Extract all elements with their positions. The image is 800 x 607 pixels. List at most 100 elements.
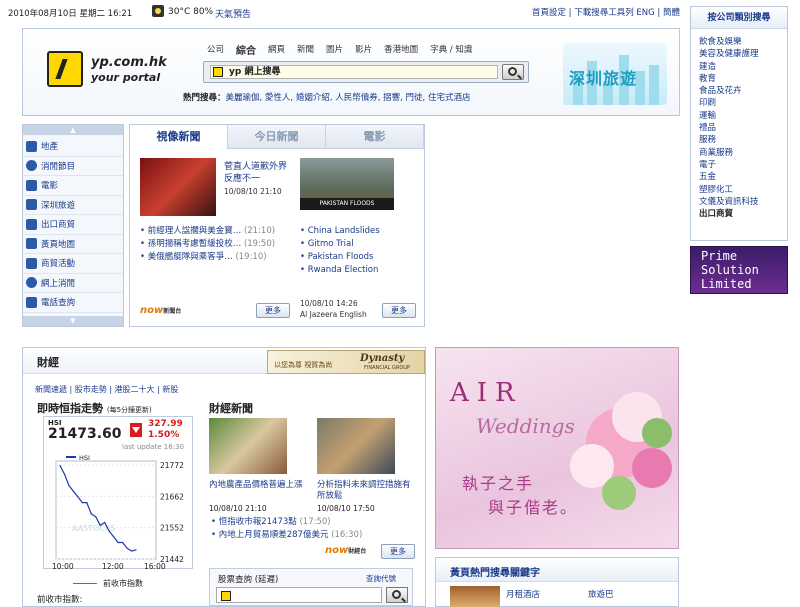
nav-item-movies[interactable]: 電影 (23, 176, 123, 196)
tab-videos[interactable]: 影片 (355, 43, 372, 57)
keyword-link[interactable]: 月租酒店 (506, 588, 540, 600)
hsi-chart-box[interactable]: HSI 21473.60 327.99 1.50% last update 16:… (43, 416, 193, 569)
news-caption[interactable]: 分析指料未來調控措施有所放鬆 (317, 480, 417, 502)
tab-video-news[interactable]: 視像新聞 (130, 125, 228, 149)
list-item[interactable]: Pakistan Floods (300, 251, 380, 264)
category-item[interactable]: 服務 (699, 133, 759, 145)
category-item[interactable]: 教育 (699, 72, 759, 84)
thumbnail-caption: PAKISTAN FLOODS (300, 198, 394, 210)
list-item[interactable]: 前經理人諡擱與美金寶… (21:10) (140, 225, 275, 238)
tab-today-news[interactable]: 今日新聞 (228, 125, 326, 149)
nav-list: 地產 消閒節目 電影 深圳旅遊 出口商貿 黃頁地圖 商貿活動 網上消閒 電話查詢 (23, 137, 123, 313)
nav-label: 深圳旅遊 (41, 200, 76, 211)
prime-solution-ad[interactable]: Prime Solution Limited (690, 246, 788, 294)
category-item[interactable]: 印刷 (699, 96, 759, 108)
wedding-ad[interactable]: AIR Weddings 執子之手 與子偕老。 (435, 347, 679, 549)
tab-images[interactable]: 圖片 (326, 43, 343, 57)
top-links[interactable]: 首頁設定 | 下載搜尋工具列 ENG | 簡體 (532, 6, 680, 18)
more-button[interactable]: 更多 (256, 303, 290, 318)
list-item[interactable]: 美俄艦艇隊與乘客爭… (19:10) (140, 251, 275, 264)
search-input[interactable]: yp 網上搜尋 (210, 65, 498, 79)
data-point (63, 473, 66, 475)
category-item[interactable]: 商業服務 (699, 146, 759, 158)
category-item[interactable]: 出口商貿 (699, 207, 759, 219)
data-point (95, 516, 97, 518)
data-point (104, 521, 106, 524)
video-tabs: 視像新聞 今日新聞 電影 (130, 125, 424, 149)
category-item[interactable]: 建造 (699, 60, 759, 72)
tab-news[interactable]: 新聞 (297, 43, 314, 57)
list-item[interactable]: China Landslides (300, 225, 380, 238)
category-item[interactable]: 塑膠化工 (699, 183, 759, 195)
nav-item-events[interactable]: 商貿活動 (23, 254, 123, 274)
nav-item-property[interactable]: 地產 (23, 137, 123, 157)
list-item[interactable]: 內地上月貿易順差287億美元 (16:30) (211, 529, 363, 542)
nav-item-leisure[interactable]: 消閒節目 (23, 157, 123, 176)
nav-label: 電影 (41, 181, 59, 192)
category-item[interactable]: 禮品 (699, 121, 759, 133)
nav-label: 商貿活動 (41, 259, 76, 270)
list-item[interactable]: 孫明揚稱考慮暫緩投校… (19:50) (140, 238, 275, 251)
list-item[interactable]: Gitmo Trial (300, 238, 380, 251)
dynasty-ad[interactable]: 以您為尊 視賀為尚 Dynasty FINANCIAL GROUP (267, 350, 425, 374)
nav-item-shenzhen[interactable]: 深圳旅遊 (23, 196, 123, 215)
category-item[interactable]: 五金 (699, 170, 759, 182)
nav-scroll-up[interactable]: ▲ (23, 125, 123, 135)
building-icon (26, 140, 37, 152)
tab-web[interactable]: 網頁 (268, 43, 285, 57)
nav-item-map[interactable]: 黃頁地圖 (23, 235, 123, 254)
category-item[interactable]: 飲食及娛樂 (699, 35, 759, 47)
category-item[interactable]: 美容及健康護理 (699, 47, 759, 59)
category-item[interactable]: 文儀及資訊科技 (699, 195, 759, 207)
stock-input[interactable] (216, 587, 382, 603)
bulb-icon (26, 160, 37, 172)
nav-scroll-down[interactable]: ▼ (23, 316, 123, 326)
stock-code-link[interactable]: 查詢代號 (366, 573, 396, 584)
search-bar: yp 網上搜尋 (203, 61, 529, 83)
search-icon (508, 67, 517, 76)
data-point (59, 465, 61, 467)
logo-title: yp.com.hk (91, 55, 167, 70)
ad-poem-line1: 執子之手 (462, 474, 535, 493)
shenzhen-travel-banner[interactable]: 深圳旅遊 (563, 43, 667, 105)
yp-small-logo-icon (213, 67, 223, 77)
watermark: AASTOCKS (72, 524, 115, 533)
yp-logo-icon[interactable] (47, 51, 83, 87)
video-thumbnail[interactable] (140, 158, 216, 216)
hot-search-terms[interactable]: 美麗瑜伽, 愛性人, 婚姻介紹, 人民幣債券, 摺響, 門徒, 住宅式酒店 (226, 93, 471, 103)
hot-keywords-header: 黃頁熱門搜尋關鍵字 (436, 558, 678, 582)
nav-item-export[interactable]: 出口商貿 (23, 215, 123, 235)
forecast-link[interactable]: 天氣預告 (215, 7, 251, 20)
tab-general[interactable]: 綜合 (236, 42, 256, 57)
search-button[interactable] (502, 64, 524, 80)
nav-item-online[interactable]: 網上消閒 (23, 274, 123, 293)
stock-search-button[interactable] (386, 587, 408, 603)
news-caption[interactable]: 內地農產品價格普遍上漲 (209, 480, 305, 491)
keyword-link[interactable]: 旅遊巴 (588, 588, 614, 600)
tab-dictionary[interactable]: 字典 / 知識 (430, 43, 472, 57)
aljazeera-info: 10/08/10 14:26 Al Jazeera English (300, 298, 367, 320)
keyword-image[interactable] (450, 586, 500, 607)
phone-icon (26, 296, 37, 308)
finance-links[interactable]: 新聞速遞 | 股市走勢 | 港股二十大 | 新股 (35, 384, 178, 395)
news-time: 10/08/10 17:50 (317, 504, 375, 513)
tab-movies[interactable]: 電影 (326, 125, 424, 149)
category-item[interactable]: 運輸 (699, 109, 759, 121)
list-item[interactable]: 恒指收市報21473點 (17:50) (211, 516, 362, 529)
data-point (68, 484, 70, 487)
nav-item-phone[interactable]: 電話查詢 (23, 293, 123, 313)
category-item[interactable]: 食品及花卉 (699, 84, 759, 96)
video-caption[interactable]: 菅直人道歉外界反應不一 (224, 161, 294, 185)
news-thumbnail[interactable] (317, 418, 395, 474)
category-item[interactable]: 電子 (699, 158, 759, 170)
tab-maps[interactable]: 香港地圖 (384, 43, 418, 57)
news-thumbnail[interactable] (209, 418, 287, 474)
more-button[interactable]: 更多 (381, 544, 415, 559)
data-point (72, 490, 74, 492)
tab-company[interactable]: 公司 (207, 43, 224, 57)
list-item[interactable]: Rwanda Election (300, 264, 380, 277)
ad-sub: FINANCIAL GROUP (364, 365, 410, 371)
finance-news-list: 恒指收市報21473點 (17:50) 內地上月貿易順差287億美元 (16:3… (211, 516, 363, 542)
more-button[interactable]: 更多 (382, 303, 416, 318)
date-time: 2010年08月10日 星期二 16:21 (8, 9, 133, 19)
